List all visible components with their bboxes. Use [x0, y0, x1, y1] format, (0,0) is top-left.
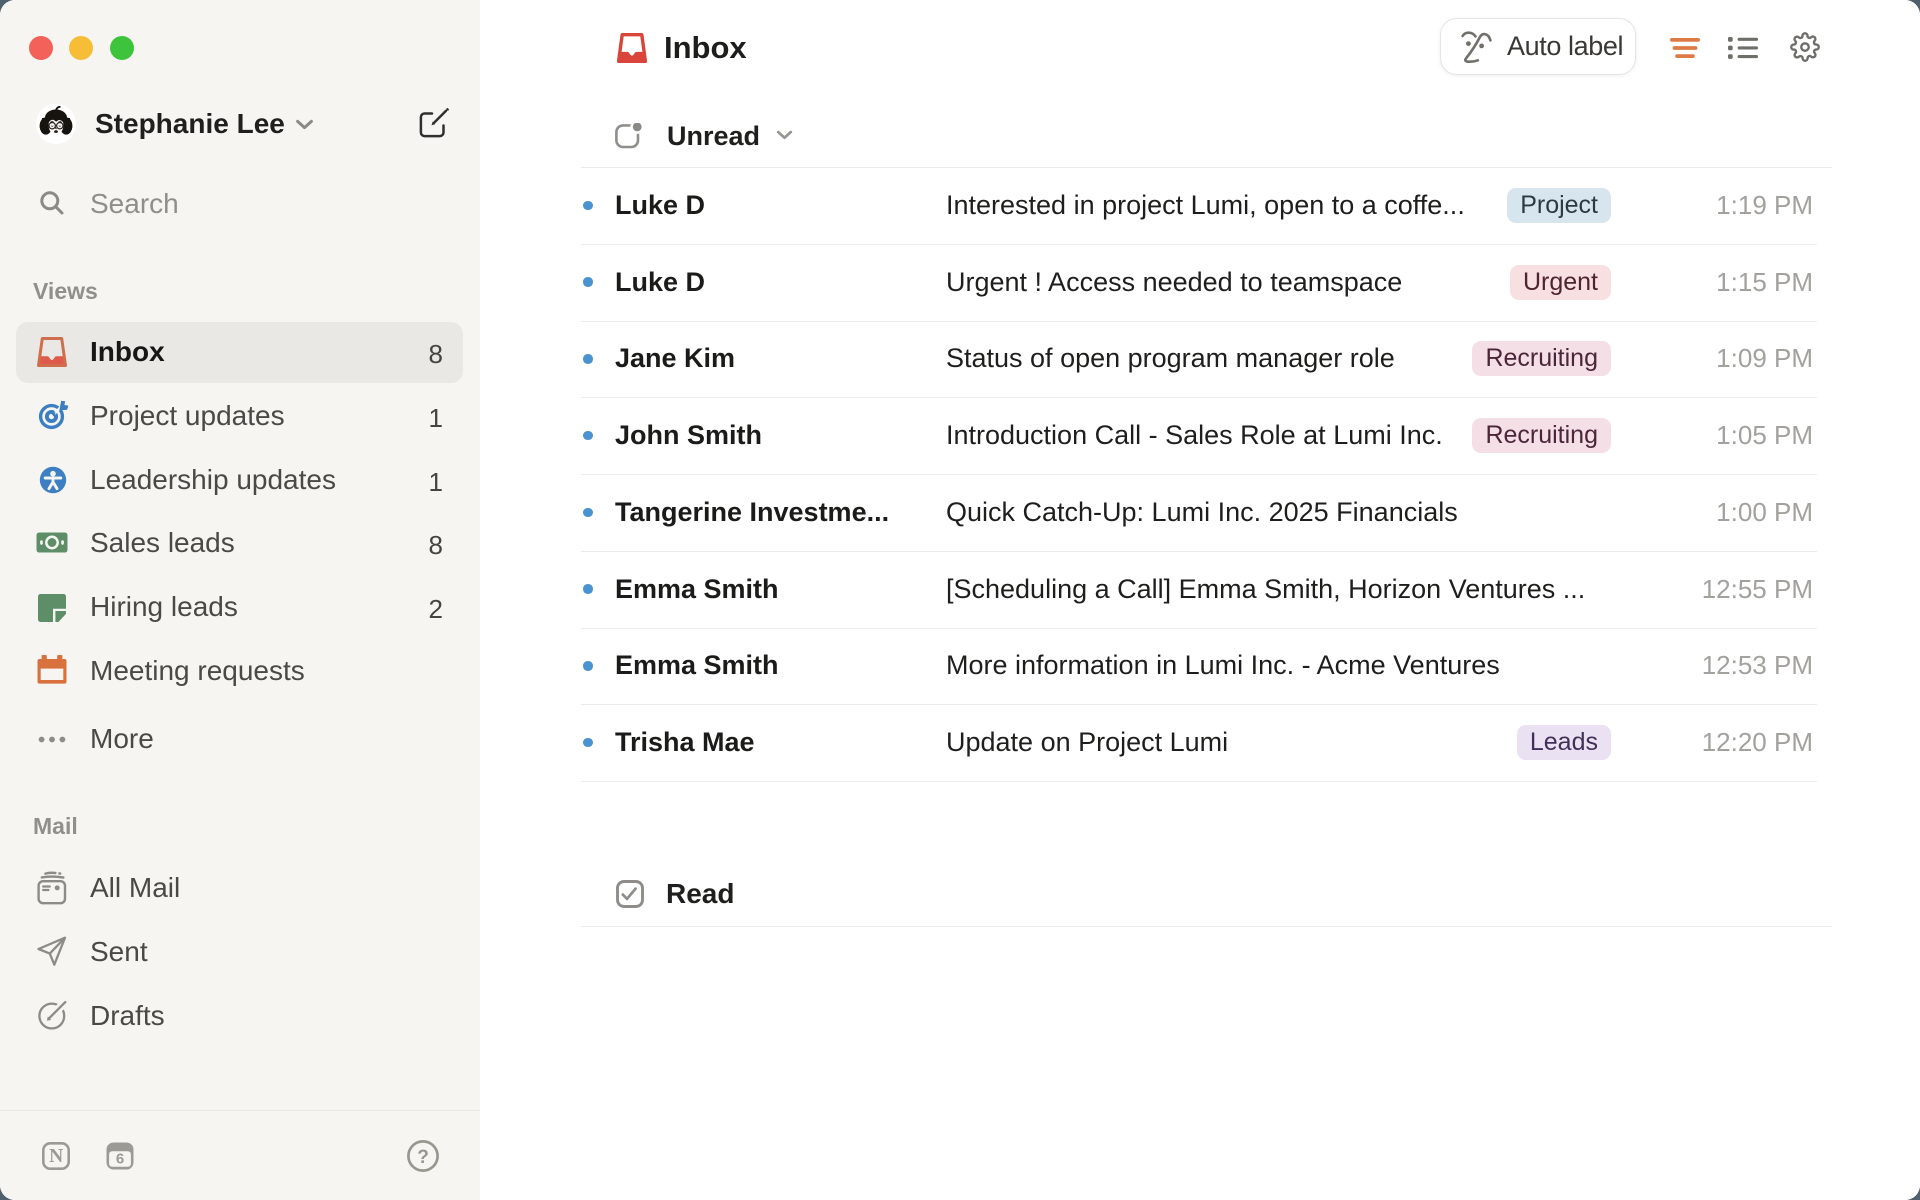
svg-text:6: 6 — [116, 1151, 124, 1168]
svg-text:N: N — [49, 1146, 63, 1167]
svg-text:?: ? — [417, 1147, 429, 1168]
